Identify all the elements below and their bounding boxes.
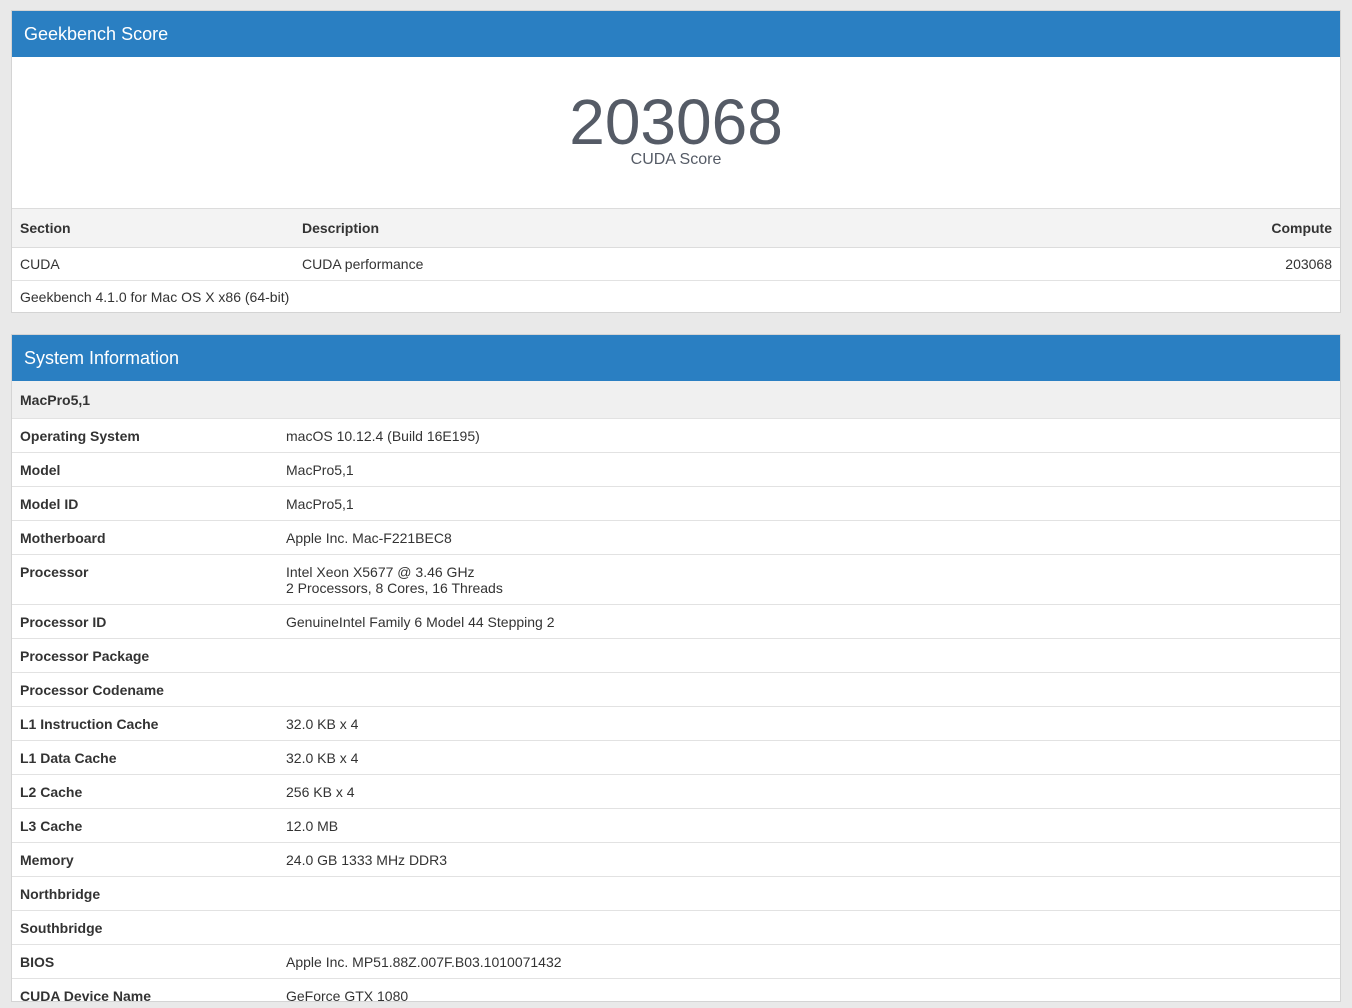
score-panel-title: Geekbench Score [12,11,1340,57]
value-model: MacPro5,1 [286,461,354,478]
score-table-header: Section Description Compute [12,209,1340,248]
value-memory: 24.0 GB 1333 MHz DDR3 [286,851,448,868]
value-processor: Intel Xeon X5677 @ 3.46 GHz 2 Processors… [278,554,1340,604]
value-bios: Apple Inc. MP51.88Z.007F.B03.1010071432 [286,953,562,970]
key-processor: Processor [20,563,89,580]
table-row: L1 Instruction Cache 32.0 KB x 4 [12,706,1340,740]
system-information-panel: System Information MacPro5,1 Operating S… [11,334,1341,1003]
cuda-score-value: 203068 [569,86,783,158]
key-model-id: Model ID [20,495,79,512]
key-cuda-device-name: CUDA Device Name [20,987,151,1004]
system-info-table: MacPro5,1 Operating System macOS 10.12.4… [12,381,1340,1008]
table-row: Processor Intel Xeon X5677 @ 3.46 GHz 2 … [12,554,1340,604]
processor-name: Intel Xeon X5677 @ 3.46 GHz [286,563,475,580]
table-row: BIOS Apple Inc. MP51.88Z.007F.B03.101007… [12,944,1340,978]
score-table: Section Description Compute CUDA CUDA pe… [12,209,1340,313]
table-row: Northbridge [12,876,1340,910]
key-model: Model [20,461,61,478]
table-row: L3 Cache 12.0 MB [12,808,1340,842]
key-processor-package: Processor Package [20,647,150,664]
table-row: Processor Codename [12,672,1340,706]
system-group-name: MacPro5,1 [20,392,91,408]
table-row: CUDA CUDA performance 203068 [12,247,1340,281]
system-group-row: MacPro5,1 [12,381,1340,418]
table-row: L2 Cache 256 KB x 4 [12,774,1340,808]
page: Geekbench Score 203068 CUDA Score Sectio… [0,0,1352,1008]
key-northbridge: Northbridge [20,885,101,902]
key-l1-instruction-cache: L1 Instruction Cache [20,715,159,732]
value-l1-instruction-cache: 32.0 KB x 4 [286,715,359,732]
key-l1-data-cache: L1 Data Cache [20,749,117,766]
geekbench-score-panel: Geekbench Score 203068 CUDA Score Sectio… [11,10,1341,313]
value-l3-cache: 12.0 MB [286,817,339,834]
key-l2-cache: L2 Cache [20,783,83,800]
table-row: Memory 24.0 GB 1333 MHz DDR3 [12,842,1340,876]
table-row: Model ID MacPro5,1 [12,486,1340,520]
key-l3-cache: L3 Cache [20,817,83,834]
table-row: CUDA Device Name GeForce GTX 1080 [12,978,1340,1008]
header-section: Section [12,209,294,248]
key-operating-system: Operating System [20,427,140,444]
row-compute: 203068 [965,247,1340,281]
table-row: Southbridge [12,910,1340,944]
value-l1-data-cache: 32.0 KB x 4 [286,749,359,766]
value-model-id: MacPro5,1 [286,495,354,512]
key-processor-codename: Processor Codename [20,681,164,698]
key-memory: Memory [20,851,74,868]
geekbench-version: Geekbench 4.1.0 for Mac OS X x86 (64-bit… [20,288,290,305]
cuda-score-label: CUDA Score [630,151,722,168]
key-bios: BIOS [20,953,55,970]
table-row: Processor ID GenuineIntel Family 6 Model… [12,604,1340,638]
value-l2-cache: 256 KB x 4 [286,783,355,800]
value-cuda-device-name: GeForce GTX 1080 [286,987,409,1004]
key-processor-id: Processor ID [20,613,107,630]
row-section: CUDA [12,247,294,281]
value-southbridge [278,910,1340,944]
row-description: CUDA performance [294,247,966,281]
processor-topology: 2 Processors, 8 Cores, 16 Threads [286,579,503,596]
header-description: Description [294,209,966,248]
table-row: Model MacPro5,1 [12,452,1340,486]
table-row: Operating System macOS 10.12.4 (Build 16… [12,418,1340,452]
value-processor-codename [278,672,1340,706]
score-area: 203068 CUDA Score [12,57,1340,209]
key-motherboard: Motherboard [20,529,106,546]
system-panel-title: System Information [12,335,1340,381]
value-processor-package [278,638,1340,672]
header-compute: Compute [965,209,1340,248]
table-row: Motherboard Apple Inc. Mac-F221BEC8 [12,520,1340,554]
key-southbridge: Southbridge [20,919,103,936]
version-row: Geekbench 4.1.0 for Mac OS X x86 (64-bit… [12,280,1340,313]
table-row: L1 Data Cache 32.0 KB x 4 [12,740,1340,774]
value-northbridge [278,876,1340,910]
value-motherboard: Apple Inc. Mac-F221BEC8 [286,529,452,546]
value-operating-system: macOS 10.12.4 (Build 16E195) [286,427,480,444]
value-processor-id: GenuineIntel Family 6 Model 44 Stepping … [286,613,555,630]
table-row: Processor Package [12,638,1340,672]
